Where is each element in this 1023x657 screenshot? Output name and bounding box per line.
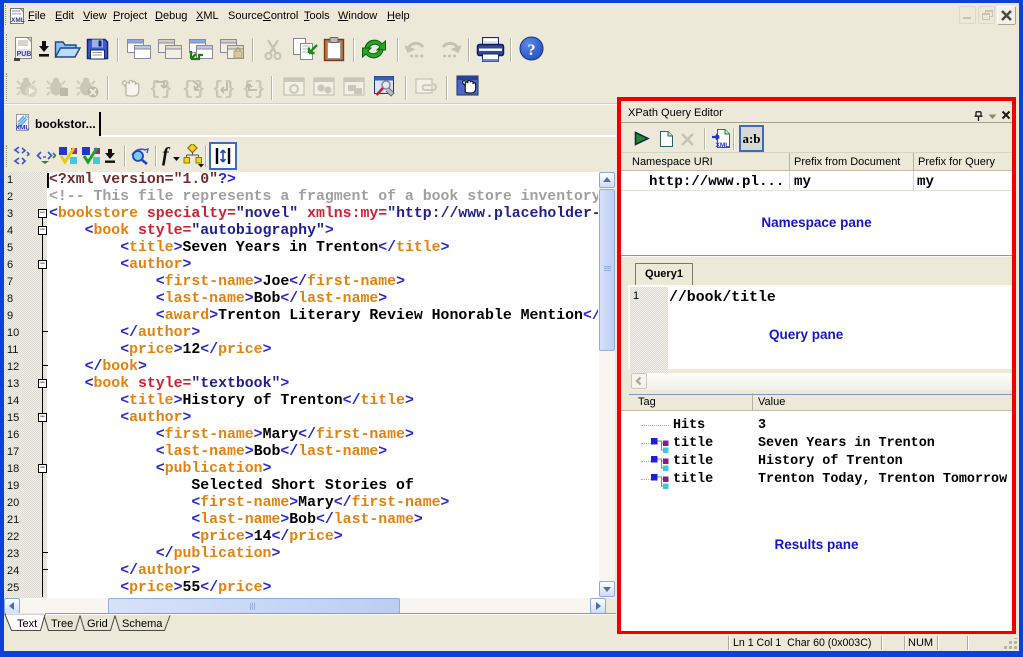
svg-text:XML: XML	[16, 125, 29, 132]
svg-text:XML: XML	[11, 17, 25, 24]
svg-text:{: {	[182, 78, 193, 99]
svg-text:Text: Text	[17, 618, 37, 630]
svg-text:Grid: Grid	[87, 618, 108, 630]
svg-text:}: }	[224, 78, 235, 99]
svg-text:Tree: Tree	[51, 618, 73, 630]
svg-text:?: ?	[528, 42, 536, 59]
svg-text:Schema: Schema	[122, 618, 163, 630]
svg-text:PUB: PUB	[17, 51, 32, 58]
svg-text:f: f	[162, 144, 171, 166]
svg-text:{: {	[242, 78, 253, 99]
svg-text:XML: XML	[716, 142, 730, 149]
svg-text:}: }	[254, 78, 265, 99]
